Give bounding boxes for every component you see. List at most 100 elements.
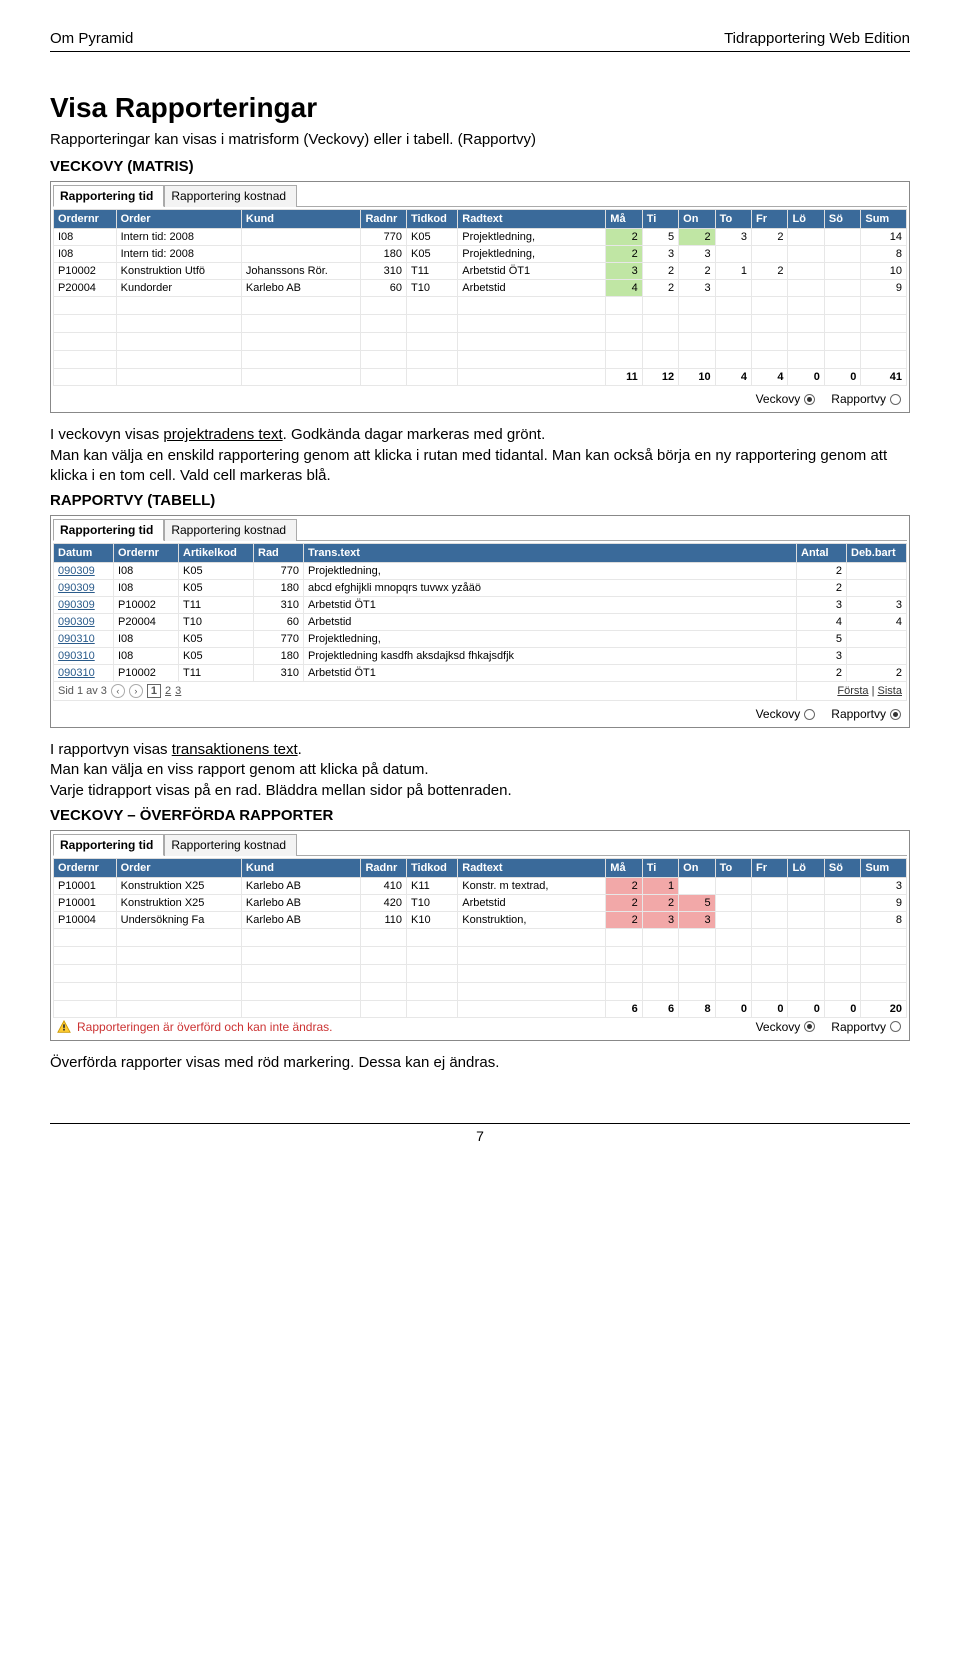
day-cell[interactable]: 2 bbox=[679, 229, 715, 246]
pager-next-icon[interactable]: › bbox=[129, 684, 143, 698]
cell: Projektledning, bbox=[458, 229, 606, 246]
tab-rapportering-kostnad[interactable]: Rapportering kostnad bbox=[164, 834, 297, 856]
pager-page[interactable]: 2 bbox=[165, 685, 171, 697]
toggle-veckovy[interactable]: Veckovy bbox=[756, 1020, 816, 1034]
col-header: Sö bbox=[824, 210, 860, 229]
pager-prev-icon[interactable]: ‹ bbox=[111, 684, 125, 698]
cell: 090310 bbox=[54, 648, 114, 665]
cell: K10 bbox=[407, 911, 458, 928]
tab-rapportering-tid[interactable]: Rapportering tid bbox=[53, 834, 164, 856]
toggle-veckovy[interactable]: Veckovy bbox=[756, 392, 816, 406]
cell: 2 bbox=[797, 580, 847, 597]
tab-rapportering-kostnad[interactable]: Rapportering kostnad bbox=[164, 185, 297, 207]
cell: 4 bbox=[797, 614, 847, 631]
header-rule bbox=[50, 51, 910, 52]
cell: 310 bbox=[361, 263, 407, 280]
table-row[interactable]: 090309P10002T11310Arbetstid ÖT133 bbox=[54, 597, 907, 614]
cell bbox=[847, 580, 907, 597]
cell: 420 bbox=[361, 894, 407, 911]
date-link[interactable]: 090309 bbox=[58, 616, 95, 628]
table-row[interactable]: 090309I08K05770Projektledning,2 bbox=[54, 563, 907, 580]
day-cell bbox=[788, 911, 824, 928]
cell: 310 bbox=[254, 665, 304, 682]
tab-rapportering-tid[interactable]: Rapportering tid bbox=[53, 519, 164, 541]
date-link[interactable]: 090309 bbox=[58, 582, 95, 594]
table-row[interactable]: 090310I08K05180Projektledning kasdfh aks… bbox=[54, 648, 907, 665]
day-cell[interactable] bbox=[752, 246, 788, 263]
day-cell[interactable]: 4 bbox=[606, 280, 642, 297]
para-a: I veckovyn visas projektradens text. God… bbox=[50, 425, 910, 486]
day-cell[interactable]: 3 bbox=[679, 280, 715, 297]
day-cell[interactable] bbox=[788, 246, 824, 263]
pager-first[interactable]: Första bbox=[837, 685, 868, 697]
para-c: Överförda rapporter visas med röd marker… bbox=[50, 1053, 910, 1073]
day-cell[interactable]: 3 bbox=[642, 246, 678, 263]
date-link[interactable]: 090310 bbox=[58, 633, 95, 645]
radio-icon bbox=[890, 394, 901, 405]
toggle-rapportvy[interactable]: Rapportvy bbox=[831, 707, 901, 721]
transferred-table: OrdernrOrderKundRadnrTidkodRadtextMåTiOn… bbox=[53, 858, 907, 1018]
day-cell[interactable] bbox=[788, 263, 824, 280]
day-cell[interactable] bbox=[752, 280, 788, 297]
cell: Karlebo AB bbox=[241, 280, 361, 297]
day-cell[interactable]: 3 bbox=[679, 246, 715, 263]
day-cell: 3 bbox=[679, 911, 715, 928]
day-cell[interactable]: 5 bbox=[642, 229, 678, 246]
table-row: P10001Konstruktion X25Karlebo AB420T10Ar… bbox=[54, 894, 907, 911]
toggle-rapportvy[interactable]: Rapportvy bbox=[831, 392, 901, 406]
cell: I08 bbox=[114, 648, 179, 665]
cell: 3 bbox=[847, 597, 907, 614]
cell: Karlebo AB bbox=[241, 911, 361, 928]
table-row[interactable]: 090309I08K05180abcd efghijkli mnopqrs tu… bbox=[54, 580, 907, 597]
cell: 3 bbox=[797, 597, 847, 614]
day-cell[interactable] bbox=[824, 229, 860, 246]
day-cell[interactable] bbox=[715, 280, 751, 297]
col-header: Radtext bbox=[458, 858, 606, 877]
toggle-veckovy[interactable]: Veckovy bbox=[756, 707, 816, 721]
day-cell: 3 bbox=[642, 911, 678, 928]
pager-last[interactable]: Sista bbox=[878, 685, 902, 697]
table-row: P10004Undersökning FaKarlebo AB110K10Kon… bbox=[54, 911, 907, 928]
tab-rapportering-tid[interactable]: Rapportering tid bbox=[53, 185, 164, 207]
day-cell[interactable] bbox=[824, 263, 860, 280]
cell: Arbetstid ÖT1 bbox=[304, 665, 797, 682]
day-cell[interactable] bbox=[715, 246, 751, 263]
day-cell[interactable]: 2 bbox=[752, 263, 788, 280]
cell: 090309 bbox=[54, 563, 114, 580]
day-cell[interactable]: 1 bbox=[715, 263, 751, 280]
cell: 770 bbox=[254, 631, 304, 648]
cell: 090309 bbox=[54, 597, 114, 614]
toggle-rapportvy[interactable]: Rapportvy bbox=[831, 1020, 901, 1034]
day-cell[interactable]: 2 bbox=[606, 246, 642, 263]
day-cell[interactable]: 2 bbox=[642, 280, 678, 297]
tab-rapportering-kostnad[interactable]: Rapportering kostnad bbox=[164, 519, 297, 541]
day-cell[interactable]: 3 bbox=[715, 229, 751, 246]
day-cell bbox=[715, 894, 751, 911]
col-header: Ordernr bbox=[54, 858, 117, 877]
table-row[interactable]: 090310I08K05770Projektledning,5 bbox=[54, 631, 907, 648]
date-link[interactable]: 090309 bbox=[58, 565, 95, 577]
day-cell[interactable]: 2 bbox=[752, 229, 788, 246]
day-cell[interactable] bbox=[824, 246, 860, 263]
day-cell bbox=[788, 894, 824, 911]
day-cell bbox=[752, 911, 788, 928]
cell: I08 bbox=[54, 246, 117, 263]
date-link[interactable]: 090309 bbox=[58, 599, 95, 611]
col-header: Ordernr bbox=[114, 544, 179, 563]
day-cell[interactable]: 2 bbox=[606, 229, 642, 246]
cell: K05 bbox=[407, 229, 458, 246]
date-link[interactable]: 090310 bbox=[58, 650, 95, 662]
day-cell[interactable] bbox=[824, 280, 860, 297]
pager-page[interactable]: 1 bbox=[147, 684, 161, 698]
day-cell[interactable] bbox=[788, 280, 824, 297]
table-row[interactable]: 090310P10002T11310Arbetstid ÖT122 bbox=[54, 665, 907, 682]
day-cell[interactable]: 3 bbox=[606, 263, 642, 280]
pager-page[interactable]: 3 bbox=[175, 685, 181, 697]
date-link[interactable]: 090310 bbox=[58, 667, 95, 679]
day-cell[interactable]: 2 bbox=[642, 263, 678, 280]
day-cell[interactable]: 2 bbox=[679, 263, 715, 280]
day-cell bbox=[679, 877, 715, 894]
day-cell[interactable] bbox=[788, 229, 824, 246]
table-row[interactable]: 090309P20004T1060Arbetstid44 bbox=[54, 614, 907, 631]
section-b-label: RAPPORTVY (TABELL) bbox=[50, 492, 910, 509]
